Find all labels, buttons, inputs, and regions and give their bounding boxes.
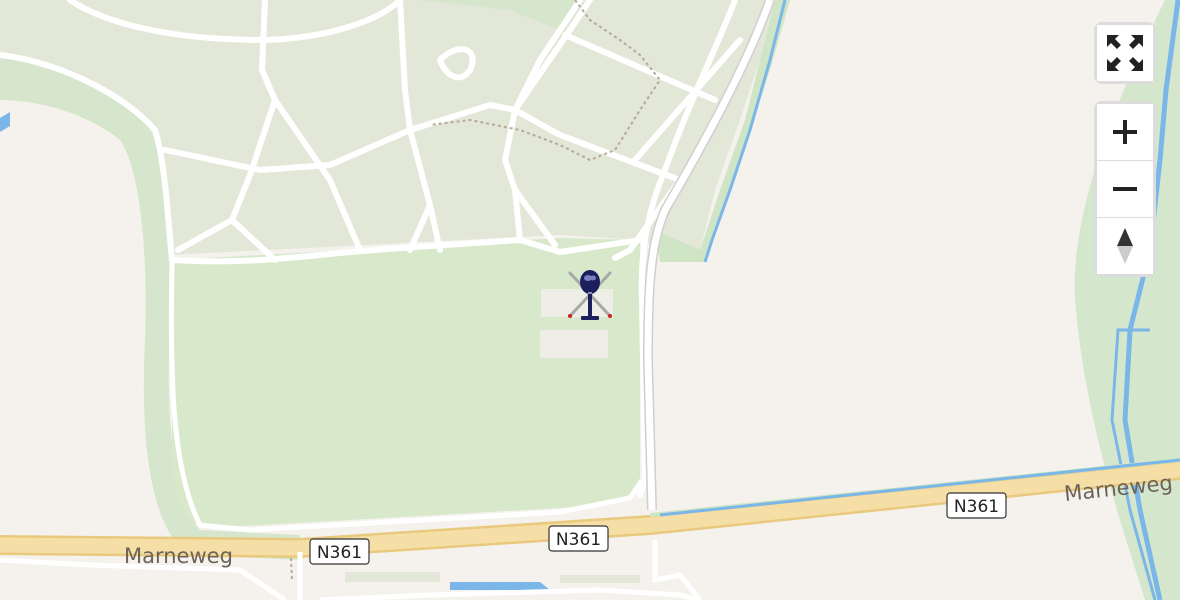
south-block [345, 572, 440, 582]
map-canvas[interactable]: Marneweg Marneweg N361 N361 N361 [0, 0, 1180, 600]
road-shield-n361-right: N361 [946, 492, 1007, 519]
airfield-grass [172, 238, 640, 528]
svg-text:N361: N361 [556, 530, 601, 550]
zoom-out-button[interactable] [1097, 160, 1153, 217]
reset-bearing-button[interactable] [1097, 217, 1153, 274]
water-south [450, 582, 550, 590]
plus-icon [1113, 120, 1137, 144]
fullscreen-icon [1107, 35, 1143, 71]
apron-area [540, 330, 608, 358]
road-shield-n361-center: N361 [548, 525, 609, 552]
minus-icon [1113, 187, 1137, 191]
helipad-area [541, 289, 613, 317]
svg-text:N361: N361 [317, 543, 362, 563]
fullscreen-button[interactable] [1097, 25, 1153, 81]
road-shield-n361-left: N361 [309, 538, 370, 565]
zoom-controls [1094, 101, 1156, 277]
zoom-in-button[interactable] [1097, 104, 1153, 160]
fullscreen-control [1094, 22, 1156, 84]
compass-icon [1117, 228, 1133, 264]
svg-text:N361: N361 [954, 497, 999, 517]
south-block-2 [560, 575, 640, 583]
street-label-marneweg-left: Marneweg [124, 544, 233, 568]
